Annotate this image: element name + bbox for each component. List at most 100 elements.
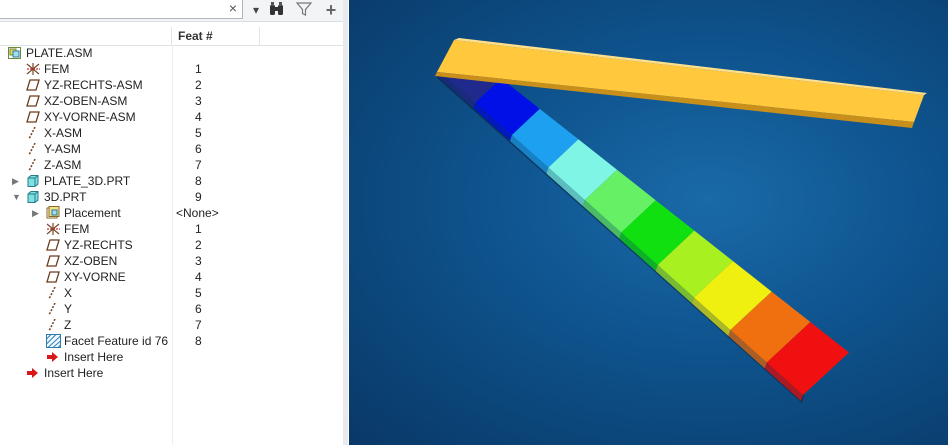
tree-row-feat-number: 4: [195, 110, 202, 124]
tree-row-label: Placement: [64, 206, 121, 220]
tree-row[interactable]: YZ-RECHTS 2: [0, 237, 340, 253]
datum-axis-icon: [26, 142, 39, 156]
tree-row[interactable]: YZ-RECHTS-ASM 2: [0, 77, 340, 93]
tree-row[interactable]: FEM 1: [0, 61, 340, 77]
tree-row[interactable]: Insert Here: [0, 349, 340, 365]
coordinate-system-icon: [26, 63, 40, 75]
tree-row-label: FEM: [64, 222, 90, 236]
expand-arrow-right-icon[interactable]: ▶: [32, 206, 42, 220]
datum-plane-icon: [46, 239, 60, 251]
tree-row-label: Facet Feature id 76: [64, 334, 169, 348]
datum-axis-icon: [46, 302, 59, 316]
tree-row-label: X-ASM: [44, 126, 83, 140]
tree-row-feat-number: 6: [195, 142, 202, 156]
tree-row[interactable]: XZ-OBEN 3: [0, 253, 340, 269]
tree-row-label: FEM: [44, 62, 70, 76]
tree-row[interactable]: ▶ Placement <None>: [0, 205, 340, 221]
tree-row-label: XY-VORNE-ASM: [44, 110, 136, 124]
dropdown-chevron-icon[interactable]: ▾: [250, 0, 262, 20]
tree-row-label: XZ-OBEN: [64, 254, 118, 268]
model-tree-toolbar: × ▾ +: [0, 0, 343, 22]
tree-row[interactable]: Z7: [0, 317, 340, 333]
tree-row-feat-number: 5: [195, 126, 202, 140]
model-tree-panel: × ▾ + Feat # PLATE.ASM FEM 1 YZ-RECHTS-ASM 2…: [0, 0, 344, 445]
tree-row-feat-number: 6: [195, 302, 202, 316]
tree-row[interactable]: Insert Here: [0, 365, 340, 381]
tree-row[interactable]: Facet Feature id 76 8: [0, 333, 340, 349]
column-header-feat[interactable]: Feat #: [178, 29, 213, 43]
tree-row[interactable]: Z-ASM 7: [0, 157, 340, 173]
tree-row[interactable]: X5: [0, 285, 340, 301]
tree-row[interactable]: X-ASM 5: [0, 125, 340, 141]
clear-icon[interactable]: ×: [229, 0, 237, 17]
tree-row-feat-number: 3: [195, 94, 202, 108]
search-input[interactable]: [4, 1, 222, 18]
tree-row-label: Insert Here: [64, 350, 124, 364]
datum-plane-icon: [26, 79, 40, 91]
tree-row-feat-number: 1: [195, 222, 202, 236]
tree-row-feat-number: <None>: [176, 206, 219, 220]
tree-row-label: X: [64, 286, 73, 300]
tree-column-header: Feat #: [0, 27, 343, 46]
facet-feature-icon: [46, 334, 61, 348]
tree-row-label: 3D.PRT: [44, 190, 87, 204]
insert-arrow-icon: [46, 351, 59, 363]
tree-row-label: Z-ASM: [44, 158, 82, 172]
find-binoculars-icon[interactable]: [266, 0, 288, 20]
tree-row-feat-number: 7: [195, 158, 202, 172]
tree-row[interactable]: ▼ 3D.PRT 9: [0, 189, 340, 205]
expand-arrow-down-icon[interactable]: ▼: [12, 190, 22, 204]
tree-row-label: PLATE.ASM: [26, 46, 93, 60]
tree-row-feat-number: 8: [195, 174, 202, 188]
datum-axis-icon: [46, 318, 59, 332]
tree-row-label: YZ-RECHTS: [64, 238, 133, 252]
expand-arrow-right-icon[interactable]: ▶: [12, 174, 22, 188]
model-scene: [435, 38, 927, 403]
placement-icon: [46, 206, 60, 219]
tree-row[interactable]: FEM 1: [0, 221, 340, 237]
tree-row-label: PLATE_3D.PRT: [44, 174, 131, 188]
datum-plane-icon: [46, 255, 60, 267]
tree-row-feat-number: 2: [195, 78, 202, 92]
tree-row-feat-number: 2: [195, 238, 202, 252]
search-box[interactable]: ×: [0, 0, 243, 19]
tree-row-feat-number: 5: [195, 286, 202, 300]
datum-plane-icon: [46, 271, 60, 283]
tree-row-label: Insert Here: [44, 366, 104, 380]
tree-row[interactable]: ▶ PLATE_3D.PRT 8: [0, 173, 340, 189]
tree-row-label: XZ-OBEN-ASM: [44, 94, 128, 108]
coordinate-system-icon: [46, 223, 60, 235]
tree-row[interactable]: XY-VORNE 4: [0, 269, 340, 285]
datum-axis-icon: [46, 286, 59, 300]
panel-sash[interactable]: [343, 0, 348, 445]
tree-row-feat-number: 7: [195, 318, 202, 332]
tree-row[interactable]: PLATE.ASM: [0, 45, 340, 61]
tree-row[interactable]: Y-ASM 6: [0, 141, 340, 157]
graphics-viewport[interactable]: [349, 0, 948, 445]
tree-row-label: Z: [64, 318, 72, 332]
tree-row-feat-number: 4: [195, 270, 202, 284]
datum-axis-icon: [26, 158, 39, 172]
tree-row[interactable]: XY-VORNE-ASM 4: [0, 109, 340, 125]
column-header-name[interactable]: [0, 27, 172, 45]
part-icon: [26, 191, 39, 203]
part-icon: [26, 175, 39, 187]
tree-row-label: XY-VORNE: [64, 270, 126, 284]
tree-row-feat-number: 8: [195, 334, 202, 348]
tree-row-feat-number: 9: [195, 190, 202, 204]
datum-plane-icon: [26, 111, 40, 123]
tree-row-label: Y: [64, 302, 73, 316]
tree-row-feat-number: 1: [195, 62, 202, 76]
column-divider: [259, 27, 260, 45]
datum-plane-icon: [26, 95, 40, 107]
datum-axis-icon: [26, 126, 39, 140]
tree-row[interactable]: XZ-OBEN-ASM 3: [0, 93, 340, 109]
add-icon[interactable]: +: [322, 0, 340, 20]
filter-icon[interactable]: [294, 0, 314, 20]
assembly-icon: [8, 47, 21, 59]
tree-row-label: YZ-RECHTS-ASM: [44, 78, 143, 92]
insert-arrow-icon: [26, 367, 39, 379]
tree-row[interactable]: Y6: [0, 301, 340, 317]
tree-row-feat-number: 3: [195, 254, 202, 268]
tree-row-label: Y-ASM: [44, 142, 81, 156]
